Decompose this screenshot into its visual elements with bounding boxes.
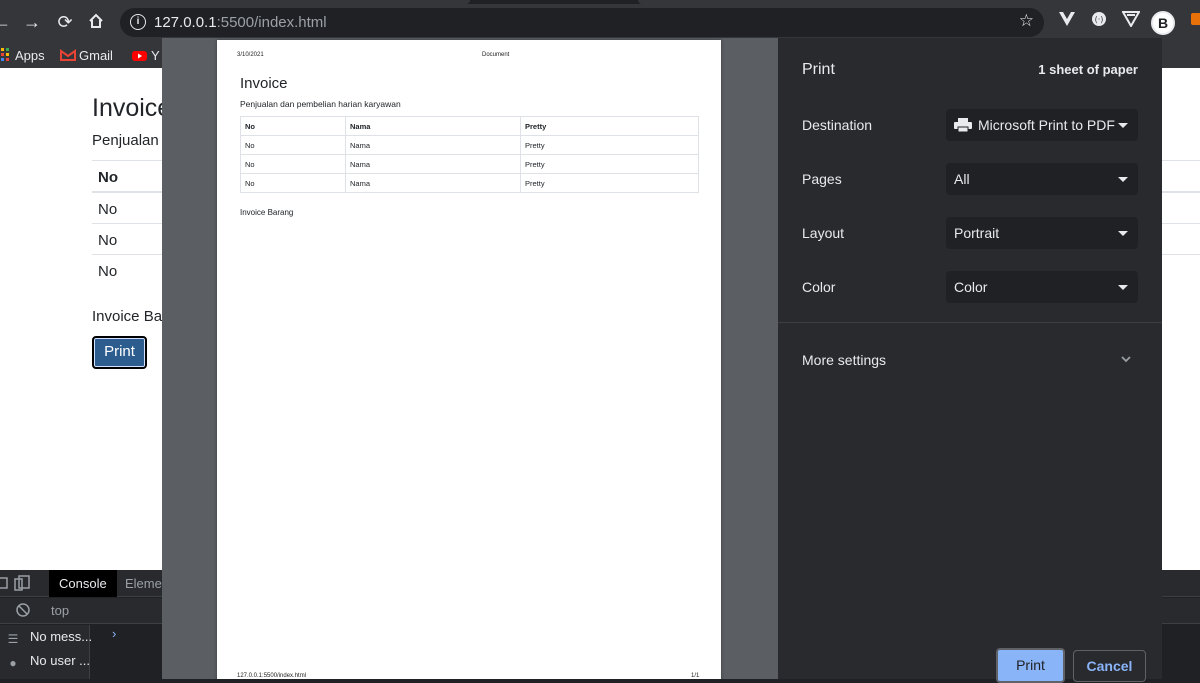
bookmark-gmail[interactable]: Gmail [60,47,113,65]
extension-circle-icon[interactable]: (·) [1088,11,1110,33]
apps-grid-icon [0,48,10,62]
preview-subtitle: Penjualan dan pembelian harian karyawan [240,99,401,109]
destination-select[interactable]: Microsoft Print to PDF [946,109,1138,141]
pages-select[interactable]: All [946,163,1138,195]
preview-table-row: No Nama Pretty [240,154,699,174]
more-settings-toggle[interactable]: More settings [802,352,886,368]
preview-cell: Pretty [520,135,699,155]
preview-cell: No [240,135,346,155]
tab-console[interactable]: Console [49,570,117,597]
vuetify-extension-icon[interactable] [1120,11,1142,33]
chevron-down-icon [1118,285,1128,290]
preview-cell: Nama [345,173,521,193]
preview-table-row: No Nama Pretty [240,135,699,155]
pages-label: Pages [802,171,842,187]
vue-devtools-icon[interactable] [1056,11,1078,33]
print-button[interactable]: Print [996,648,1065,683]
preview-footer-text: Invoice Barang [240,208,294,217]
bookmark-apps[interactable]: Apps [0,47,45,65]
sheet-count: 1 sheet of paper [1038,62,1138,77]
preview-header-title: Document [482,52,510,58]
preview-cell: Nama [345,154,521,174]
sidebar-item-user-messages[interactable]: ● No user ... [0,649,90,673]
reload-icon[interactable]: ⟳ [55,12,75,32]
preview-cell: No [240,173,346,193]
destination-label: Destination [802,117,873,133]
user-icon: ● [9,656,17,670]
preview-header-date: 3/10/2021 [237,52,264,58]
preview-table-row: No Nama Pretty [240,173,699,193]
print-title: Print [802,61,835,78]
settings-divider [778,322,1162,323]
url-text[interactable]: 127.0.0.1:5500/index.html [154,14,327,31]
preview-title: Invoice [240,75,288,92]
preview-cell: Pretty [520,173,699,193]
address-bar[interactable]: i 127.0.0.1:5500/index.html ☆ [120,8,1044,37]
device-toolbar-icon[interactable] [14,570,34,597]
preview-cell: No [240,154,346,174]
preview-page: 3/10/2021 Document Invoice Penjualan dan… [217,40,721,679]
preview-col-header: No [240,116,346,136]
extension-puzzle-icon[interactable] [1186,11,1200,33]
youtube-icon [132,49,147,63]
list-icon: ☰ [7,632,19,646]
profile-avatar[interactable]: B [1151,11,1175,35]
svg-text:(·): (·) [1095,15,1104,24]
expand-chevron-icon[interactable] [1120,352,1134,366]
preview-table-header: No Nama Pretty [240,116,699,136]
home-icon[interactable] [86,12,106,32]
cancel-button[interactable]: Cancel [1073,650,1146,682]
preview-footer-url: 127.0.0.1:5500/index.html [237,673,307,679]
gmail-icon [60,48,76,62]
bookmark-star-icon[interactable]: ☆ [1019,11,1034,31]
color-label: Color [802,279,836,295]
page-print-button[interactable]: Print [92,336,147,369]
layout-select[interactable]: Portrait [946,217,1138,249]
console-prompt[interactable]: › [112,626,116,641]
page-title: Invoice [92,94,172,122]
page-footer-text: Invoice Bar [92,308,168,325]
forward-arrow-icon[interactable]: → [22,12,42,32]
tab-strip [0,0,1200,4]
console-sidebar: ☰ No mess... ● No user ... [0,625,93,679]
bookmark-youtube[interactable]: Y [132,47,160,65]
sidebar-item-messages[interactable]: ☰ No mess... [0,625,93,649]
preview-table: No Nama Pretty No Nama Pretty No Nama Pr… [240,116,699,193]
print-preview-area: 3/10/2021 Document Invoice Penjualan dan… [162,38,778,679]
print-settings-panel: Print 1 sheet of paper Destination Micro… [778,38,1162,683]
site-info-icon[interactable]: i [130,14,146,30]
chevron-down-icon [1118,177,1128,182]
back-arrow-icon[interactable]: ← [0,12,12,32]
printer-icon [954,111,972,133]
color-select[interactable]: Color [946,271,1138,303]
chevron-down-icon [1118,231,1128,236]
preview-cell: Nama [345,135,521,155]
preview-cell: Pretty [520,154,699,174]
page-subtitle: Penjualan d [92,132,172,149]
console-context-select[interactable]: top [51,603,69,618]
chevron-down-icon [1118,123,1128,128]
layout-label: Layout [802,225,845,241]
clear-console-icon[interactable] [16,603,30,622]
preview-col-header: Pretty [520,116,699,136]
preview-col-header: Nama [345,116,521,136]
preview-page-number: 1/1 [691,673,700,679]
